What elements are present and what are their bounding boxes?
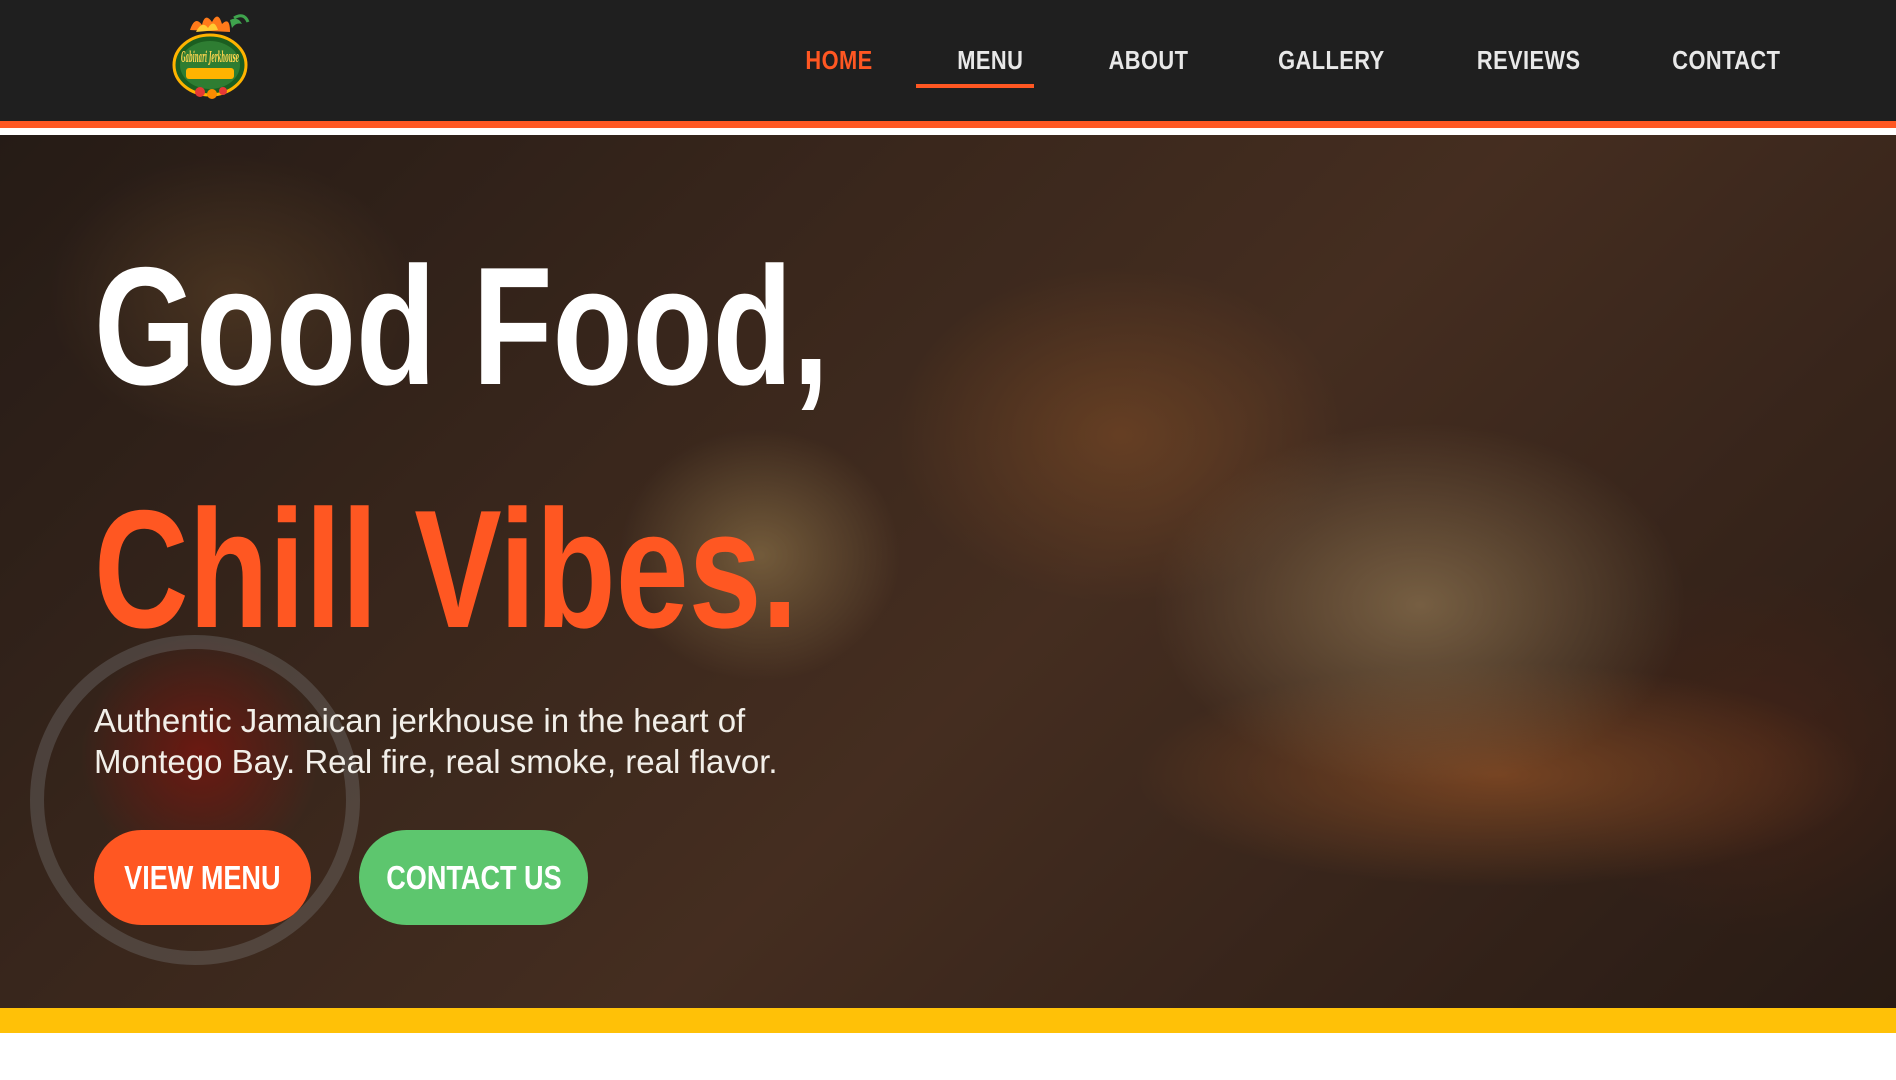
hero-title-line-2: Chill Vibes. bbox=[94, 475, 798, 663]
nav-home[interactable]: HOME bbox=[805, 45, 872, 76]
brand-logo[interactable]: Gabinari Jerkhouse bbox=[160, 10, 260, 110]
view-menu-button[interactable]: VIEW MENU bbox=[94, 830, 311, 925]
main-nav: HOME MENU ABOUT GALLERY REVIEWS CONTACT bbox=[727, 0, 1791, 121]
hero-section: Good Food, Chill Vibes. Authentic Jamaic… bbox=[0, 135, 1896, 1008]
site-header: Gabinari Jerkhouse HOME MENU ABOUT GALLE… bbox=[0, 0, 1896, 128]
hero-title-line-1: Good Food, bbox=[94, 232, 830, 420]
nav-reviews[interactable]: REVIEWS bbox=[1477, 45, 1581, 76]
flame-logo-icon: Gabinari Jerkhouse bbox=[172, 14, 250, 99]
contact-us-button[interactable]: CONTACT US bbox=[359, 830, 588, 925]
contact-us-label: CONTACT US bbox=[385, 858, 562, 896]
nav-about[interactable]: ABOUT bbox=[1109, 45, 1189, 76]
hero-subtitle: Authentic Jamaican jerkhouse in the hear… bbox=[94, 702, 778, 780]
accent-band bbox=[0, 1008, 1896, 1033]
svg-text:Gabinari Jerkhouse: Gabinari Jerkhouse bbox=[181, 48, 239, 66]
nav-menu[interactable]: MENU bbox=[957, 45, 1023, 76]
nav-gallery[interactable]: GALLERY bbox=[1278, 45, 1384, 76]
view-menu-label: VIEW MENU bbox=[124, 858, 281, 896]
active-nav-indicator bbox=[916, 84, 1034, 88]
nav-contact[interactable]: CONTACT bbox=[1673, 45, 1781, 76]
